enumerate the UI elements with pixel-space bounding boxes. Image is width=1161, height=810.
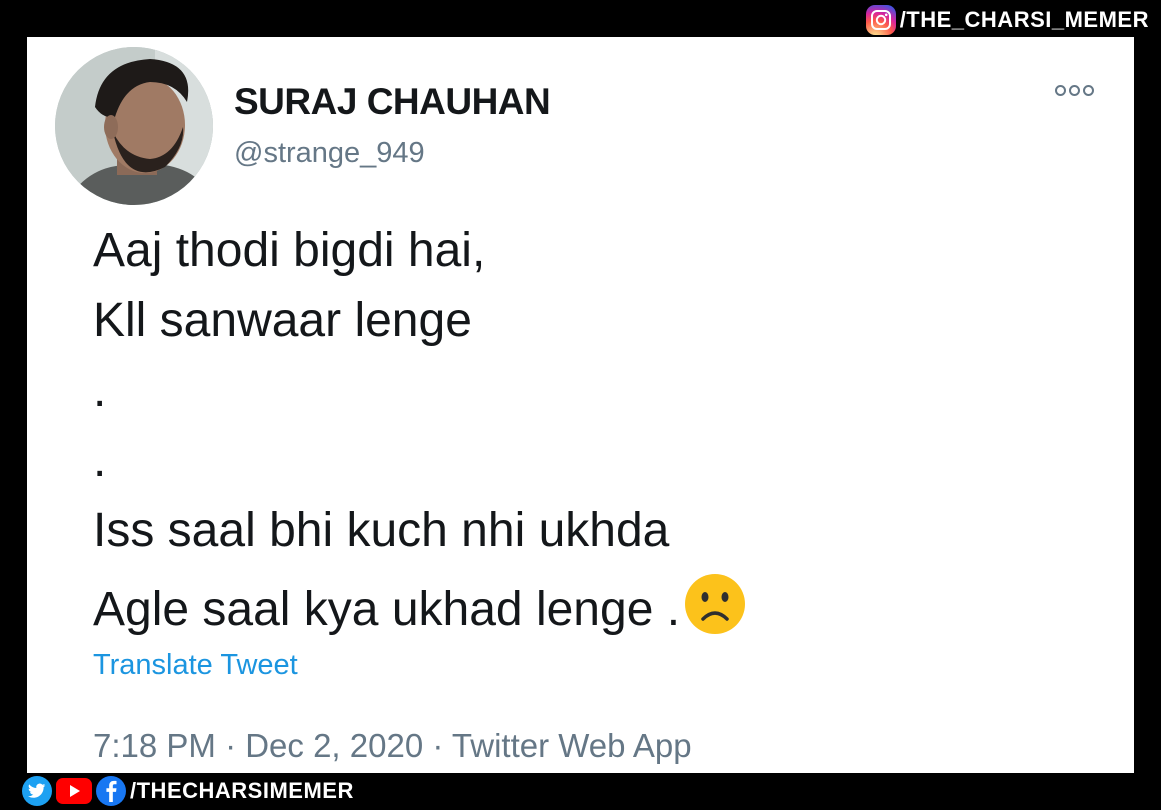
frowning-face-emoji <box>684 573 746 647</box>
tweet-text-line: Iss saal bhi kuch nhi ukhda <box>93 504 670 557</box>
tweet-text-line: . <box>93 364 107 417</box>
avatar[interactable] <box>55 47 213 205</box>
tweet-text: Agle saal kya ukhad lenge . <box>93 583 681 636</box>
top-watermark: /THE_CHARSI_MEMER <box>865 4 1149 36</box>
youtube-icon <box>56 778 92 804</box>
watermark-top-text: /THE_CHARSI_MEMER <box>899 7 1149 32</box>
instagram-icon <box>865 5 896 35</box>
bottom-watermark: /THECHARSIMEMER <box>22 775 354 807</box>
tweet-text-line: Kll sanwaar lenge <box>93 294 472 347</box>
twitter-icon <box>22 776 52 806</box>
user-handle[interactable]: @strange_949 <box>234 137 425 170</box>
tweet-text-line-last: Agle saal kya ukhad lenge . <box>93 573 746 647</box>
tweet-card: SURAJ CHAUHAN @strange_949 Aaj thodi big… <box>27 37 1134 773</box>
tweet-text-line: . <box>93 434 107 487</box>
more-options-icon[interactable] <box>1055 85 1094 96</box>
facebook-icon <box>96 776 126 806</box>
display-name[interactable]: SURAJ CHAUHAN <box>234 81 551 123</box>
tweet-text-line: Aaj thodi bigdi hai, <box>93 224 486 277</box>
watermark-bottom-text: /THECHARSIMEMER <box>130 778 354 803</box>
tweet-timestamp-source[interactable]: 7:18 PM · Dec 2, 2020 · Twitter Web App <box>93 727 692 765</box>
translate-tweet-link[interactable]: Translate Tweet <box>93 649 298 682</box>
